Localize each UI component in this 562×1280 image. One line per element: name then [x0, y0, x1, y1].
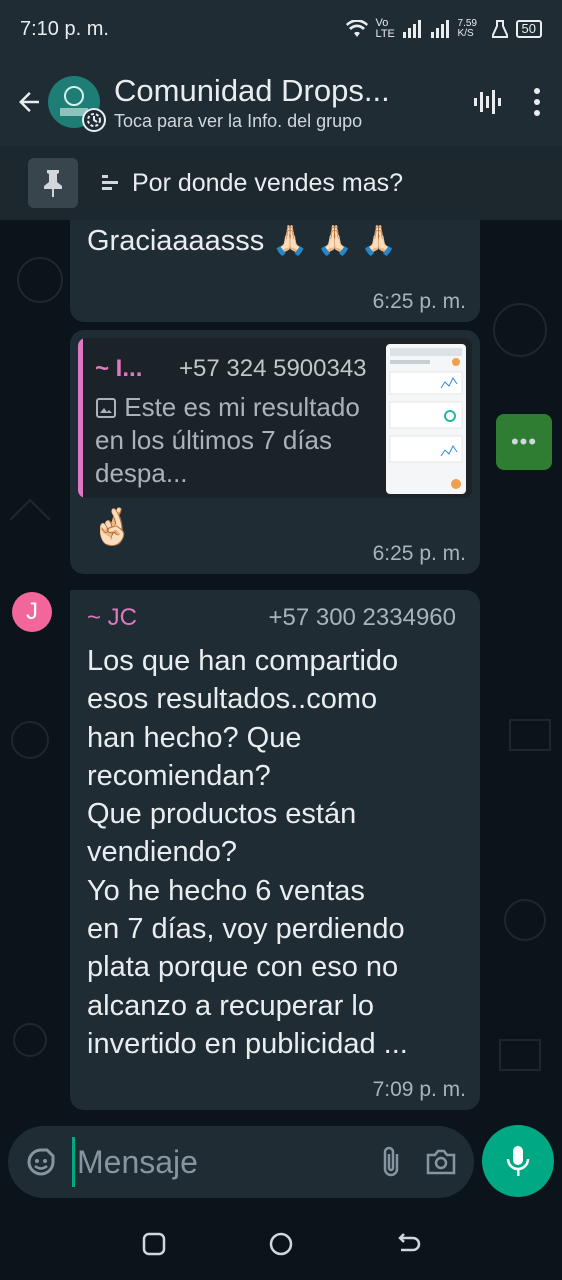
back-nav-icon — [398, 1233, 421, 1252]
message-text: Los que han compartido esos resultados..… — [87, 645, 408, 1060]
quote-phone: +57 324 5900343 — [179, 355, 367, 382]
pin-button[interactable] — [28, 158, 78, 208]
message-time: 6:25 p. m. — [372, 542, 466, 565]
message-bubble-reply[interactable]: ~ I... +57 324 5900343 Este es mi result… — [70, 330, 480, 574]
mic-button[interactable] — [482, 1125, 554, 1197]
more-vertical-icon — [534, 88, 540, 116]
system-nav-bar — [0, 1208, 562, 1280]
message-phone[interactable]: +57 300 2334960 — [268, 604, 456, 632]
more-options-button[interactable] — [512, 77, 562, 127]
recents-button[interactable] — [134, 1224, 174, 1264]
recents-icon — [142, 1232, 165, 1256]
network-label: Vo LTE — [375, 17, 395, 40]
quote-author: ~ I... — [95, 355, 143, 382]
group-title: Comunidad Drops... — [114, 72, 390, 108]
group-subtitle: Toca para ver la Info. del grupo — [114, 110, 363, 131]
sender-avatar[interactable]: J — [12, 592, 52, 632]
message-time: 6:25 p. m. — [372, 290, 466, 313]
more-horizontal-icon: ••• — [510, 429, 538, 454]
audio-wave-icon — [474, 90, 501, 114]
signal-icon — [402, 20, 421, 38]
home-button[interactable] — [261, 1224, 301, 1264]
message-bubble[interactable]: Graciaaaasss 🙏🏻 🙏🏻 🙏🏻 6:25 p. m. — [70, 220, 480, 322]
speed-label: 7.59 K/S — [457, 18, 477, 39]
mic-icon — [506, 1146, 530, 1176]
wifi-icon — [345, 20, 368, 37]
quote-text: Este es mi resultado en los últimos 7 dí… — [95, 391, 380, 490]
sticker-button[interactable] — [16, 1137, 66, 1187]
back-arrow-icon — [19, 92, 39, 112]
sticker-icon — [27, 1148, 55, 1176]
pinned-text: Por donde vendes mas? — [132, 168, 404, 197]
chat-area[interactable]: Graciaaaasss 🙏🏻 🙏🏻 🙏🏻 6:25 p. m. ~ I... … — [0, 220, 562, 1125]
reaction-button[interactable]: ••• — [496, 414, 552, 470]
message-text: Graciaaaasss 🙏🏻 🙏🏻 🙏🏻 — [87, 225, 397, 257]
message-input[interactable] — [77, 1143, 366, 1181]
voice-chat-button[interactable] — [462, 77, 512, 127]
message-composer — [8, 1126, 474, 1198]
status-icons: Vo LTE 7.59 K/S 50 — [345, 17, 542, 40]
home-icon — [269, 1232, 293, 1256]
flask-icon — [491, 20, 508, 38]
quote-thumbnail — [386, 344, 466, 494]
attach-icon — [383, 1146, 399, 1177]
message-bubble[interactable]: ~ JC +57 300 2334960 Los que han compart… — [70, 590, 480, 1110]
quote-preview: Este es mi resultado en los últimos 7 dí… — [95, 392, 360, 488]
back-nav-button[interactable] — [388, 1224, 428, 1264]
status-bar: 7:10 p. m. Vo LTE 7.59 K/S 50 — [0, 0, 562, 58]
back-button[interactable] — [6, 79, 52, 125]
chat-header: Comunidad Drops... Toca para ver la Info… — [0, 58, 562, 146]
screenshot-thumbnail — [389, 348, 463, 489]
signal-2-icon — [430, 20, 449, 38]
header-titles[interactable]: Comunidad Drops... Toca para ver la Info… — [114, 73, 462, 132]
image-icon — [96, 398, 116, 418]
camera-button[interactable] — [416, 1137, 466, 1187]
message-author[interactable]: ~ JC — [87, 604, 137, 632]
quoted-message[interactable]: ~ I... +57 324 5900343 Este es mi result… — [78, 338, 472, 498]
message-emoji: 🤞🏻 — [90, 506, 135, 547]
camera-icon — [426, 1149, 456, 1175]
text-cursor — [72, 1137, 75, 1187]
pin-icon — [44, 170, 62, 197]
community-badge-icon — [82, 108, 106, 132]
group-avatar[interactable] — [48, 76, 106, 132]
poll-icon — [102, 175, 118, 190]
message-time: 7:09 p. m. — [372, 1078, 466, 1101]
attach-button[interactable] — [366, 1137, 416, 1187]
battery: 50 — [515, 20, 542, 38]
pinned-message-bar[interactable]: Por donde vendes mas? — [0, 146, 562, 220]
quote-bar — [78, 338, 83, 498]
status-time: 7:10 p. m. — [20, 17, 109, 40]
